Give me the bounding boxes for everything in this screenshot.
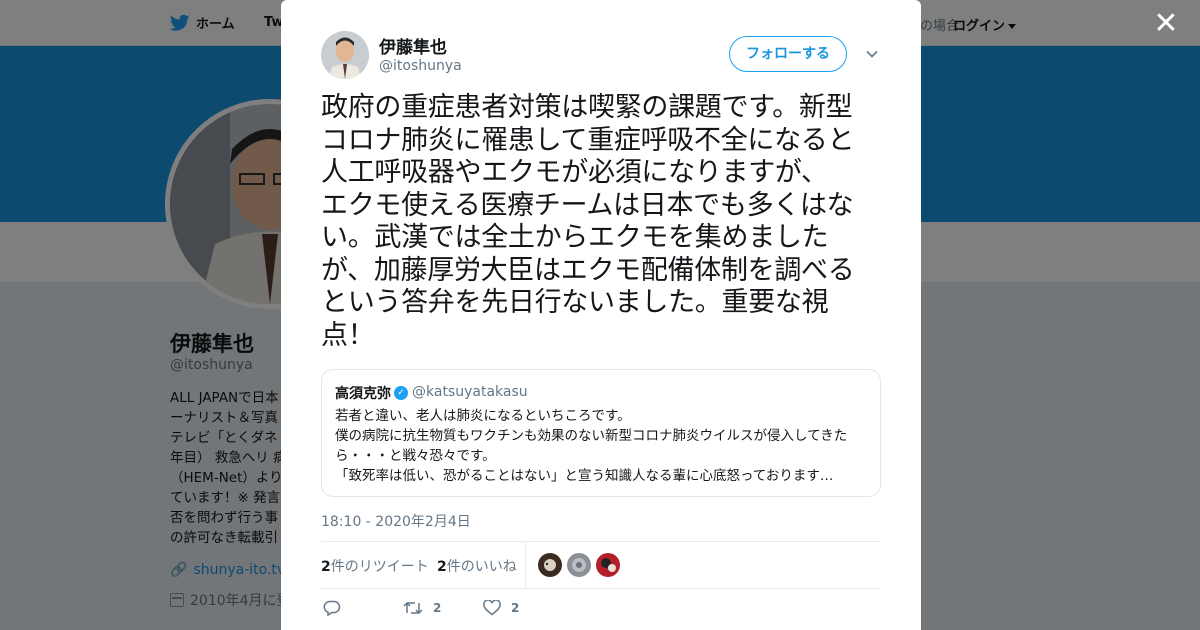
reply-button[interactable] [323, 600, 351, 616]
liker-avatar[interactable] [538, 553, 562, 577]
retweet-stat-label: 件のリツイート [330, 559, 429, 575]
tweet-line: という答弁を先日行ないました。重要な視 [321, 287, 829, 318]
author-name[interactable]: 伊藤隼也 [379, 33, 447, 58]
quote-line: 「致死率は低い、恐がることはない」と宣う知識人なる輩に心底怒っております… [335, 468, 834, 484]
quoted-author-handle: @katsuyatakasu [412, 384, 528, 400]
quoted-author-name: 高須克弥 ✓ [335, 383, 408, 403]
verified-badge-icon: ✓ [394, 386, 408, 400]
tweet-actions: 2 2 [321, 598, 881, 622]
stats-divider [525, 542, 526, 589]
retweet-icon [403, 601, 423, 615]
reply-icon [323, 600, 341, 616]
tweet-text: 政府の重症患者対策は喫緊の課題です。新型 コロナ肺炎に罹患して重症呼吸不全になる… [321, 92, 886, 352]
tweet-line: 点！ [321, 319, 375, 351]
liker-avatars [538, 553, 625, 577]
retweet-button[interactable]: 2 [403, 600, 441, 616]
like-button[interactable]: 2 [483, 600, 519, 616]
close-icon[interactable]: ✕ [1152, 9, 1180, 39]
author-handle[interactable]: @itoshunya [379, 58, 462, 74]
tweet-line: コロナ肺炎に罹患して重症呼吸不全になると [321, 124, 855, 156]
tweet-stats: 2件のリツイート 2件のいいね [321, 541, 881, 589]
tweet-timestamp[interactable]: 18:10 - 2020年2月4日 [321, 511, 471, 531]
tweet-line: が、加藤厚労大臣はエクモ配備体制を調べる [321, 254, 855, 286]
quoted-author-name-text: 高須克弥 [335, 386, 391, 402]
tweet-line: 政府の重症患者対策は喫緊の課題です。新型 [321, 92, 853, 123]
like-stat[interactable]: 2件のいいね [437, 556, 517, 576]
tweet-line: エクモ使える医療チームは日本でも多くはな [321, 189, 854, 221]
quoted-tweet[interactable]: 高須克弥 ✓ @katsuyatakasu 若者と違い、老人は肺炎になるといちこ… [321, 369, 881, 497]
tweet-modal: 伊藤隼也 @itoshunya フォローする 政府の重症患者対策は喫緊の課題です… [281, 0, 921, 630]
like-action-count: 2 [511, 601, 520, 615]
quote-line: 僕の病院に抗生物質もワクチンも効果のない新型コロナ肺炎ウイルスが侵入してきた [335, 428, 848, 444]
quoted-tweet-text: 若者と違い、老人は肺炎になるといちころです。 僕の病院に抗生物質もワクチンも効果… [335, 406, 870, 486]
chevron-down-icon[interactable] [866, 48, 878, 60]
liker-avatar[interactable] [596, 553, 620, 577]
author-avatar[interactable] [321, 31, 369, 79]
liker-avatar[interactable] [567, 553, 591, 577]
tweet-line: 人工呼吸器やエクモが必須になりますが、 [321, 157, 828, 188]
tweet-line: い。武漢では全土からエクモを集めました [321, 222, 829, 253]
like-stat-label: 件のいいね [446, 559, 517, 575]
retweet-action-count: 2 [433, 601, 442, 615]
retweet-count: 2 [321, 559, 331, 575]
retweet-stat[interactable]: 2件のリツイート [321, 556, 429, 576]
heart-icon [483, 600, 501, 616]
follow-button[interactable]: フォローする [729, 36, 847, 72]
author-photo [321, 31, 369, 79]
like-count: 2 [437, 559, 447, 575]
quote-line: 若者と違い、老人は肺炎になるといちころです。 [335, 408, 631, 424]
quote-line: ら・・・と戦々恐々です。 [335, 448, 496, 464]
